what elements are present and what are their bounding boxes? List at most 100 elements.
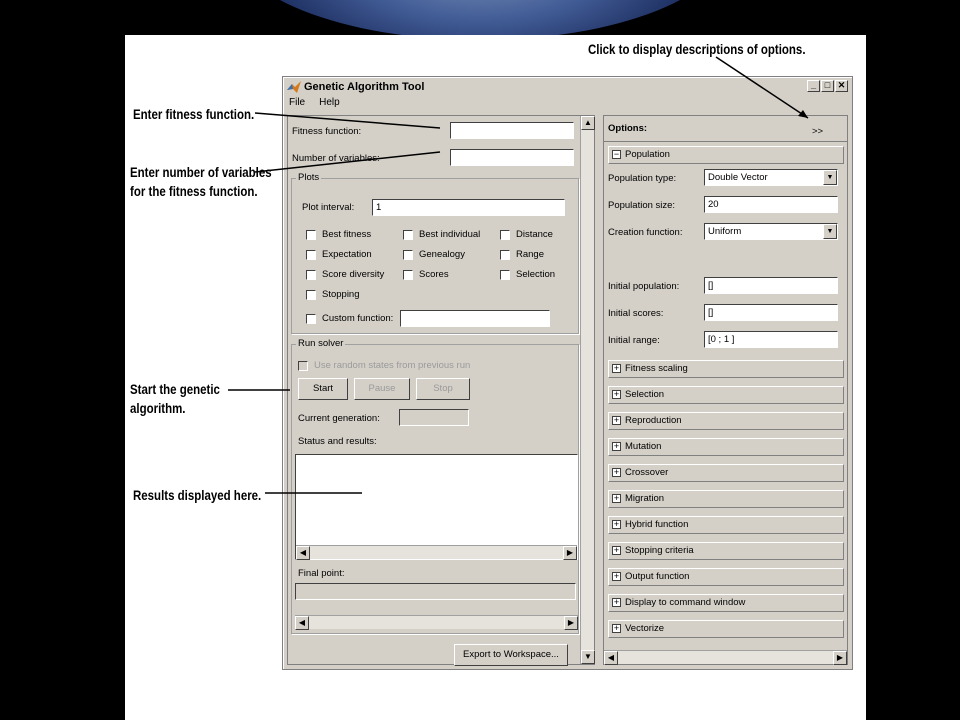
section-output-function[interactable]: + Output function (608, 568, 844, 586)
plots-title: Plots (296, 172, 322, 183)
fitness-input[interactable] (450, 122, 574, 139)
title-bar[interactable]: Genetic Algorithm Tool _ □ ✕ (285, 79, 850, 95)
scroll-right-icon[interactable]: ▶ (833, 651, 847, 665)
current-generation-field (399, 409, 469, 426)
section-mutation[interactable]: + Mutation (608, 438, 844, 456)
scroll-right-icon[interactable]: ▶ (564, 616, 578, 630)
earth-backdrop (230, 0, 730, 40)
section-display-command-window[interactable]: + Display to command window (608, 594, 844, 612)
callout-start-2: algorithm. (130, 400, 186, 416)
population-type-select[interactable]: Double Vector ▼ (704, 169, 838, 186)
fitness-label: Fitness function: (292, 126, 362, 137)
menu-help[interactable]: Help (317, 97, 342, 111)
checkbox-genealogy[interactable]: Genealogy (403, 249, 465, 260)
plus-icon: + (612, 363, 621, 373)
callout-results: Results displayed here. (133, 487, 262, 503)
section-vectorize[interactable]: + Vectorize (608, 620, 844, 638)
initial-population-input[interactable]: [] (704, 277, 838, 294)
callout-fitness: Enter fitness function. (133, 106, 255, 122)
plus-icon: + (612, 623, 621, 633)
creation-function-label: Creation function: (608, 227, 683, 238)
initial-scores-input[interactable]: [] (704, 304, 838, 321)
population-type-label: Population type: (608, 173, 677, 184)
left-vscrollbar[interactable]: ▲ ▼ (580, 116, 595, 664)
scroll-up-icon[interactable]: ▲ (581, 116, 595, 130)
problem-pane: Fitness function: Number of variables: P… (287, 115, 595, 666)
checkbox-distance[interactable]: Distance (500, 229, 553, 240)
checkbox-random-states[interactable]: Use random states from previous run (298, 360, 470, 371)
creation-function-select[interactable]: Uniform ▼ (704, 223, 838, 240)
checkbox-score-diversity[interactable]: Score diversity (306, 269, 384, 280)
plus-icon: + (612, 441, 621, 451)
close-icon[interactable]: ✕ (835, 80, 848, 92)
run-solver-title: Run solver (296, 338, 346, 349)
checkbox-best-fitness[interactable]: Best fitness (306, 229, 371, 240)
section-reproduction[interactable]: + Reproduction (608, 412, 844, 430)
minimize-icon[interactable]: _ (807, 80, 820, 92)
checkbox-range[interactable]: Range (500, 249, 544, 260)
chevron-down-icon: ▼ (823, 170, 837, 185)
section-fitness-scaling[interactable]: + Fitness scaling (608, 360, 844, 378)
population-size-label: Population size: (608, 200, 676, 211)
section-population[interactable]: − Population (608, 146, 844, 164)
initial-range-label: Initial range: (608, 335, 660, 346)
custom-function-input[interactable] (400, 310, 550, 327)
plus-icon: + (612, 545, 621, 555)
plots-group: Plots Plot interval: 1 Best fitness Best… (291, 172, 579, 334)
plus-icon: + (612, 493, 621, 503)
numvars-input[interactable] (450, 149, 574, 166)
callout-numvars-1: Enter number of variables (130, 164, 272, 180)
checkbox-scores[interactable]: Scores (403, 269, 449, 280)
checkbox-selection[interactable]: Selection (500, 269, 555, 280)
status-hscrollbar[interactable]: ◀ ▶ (296, 545, 577, 560)
window-title: Genetic Algorithm Tool (304, 81, 425, 93)
status-results-box[interactable]: ◀ ▶ (295, 454, 578, 560)
menu-file[interactable]: File (287, 97, 307, 111)
matlab-logo-icon (287, 81, 301, 93)
checkbox-custom-function[interactable]: Custom function: (306, 313, 393, 324)
final-point-field (295, 583, 576, 600)
maximize-icon[interactable]: □ (821, 80, 834, 92)
stop-button[interactable]: Stop (416, 378, 470, 400)
plot-interval-label: Plot interval: (302, 202, 355, 213)
callout-descriptions: Click to display descriptions of options… (588, 41, 806, 57)
plus-icon: + (612, 389, 621, 399)
show-descriptions-button[interactable]: >> (812, 126, 823, 137)
numvars-label: Number of variables: (292, 153, 380, 164)
status-results-label: Status and results: (298, 436, 377, 447)
scroll-left-icon[interactable]: ◀ (296, 546, 310, 560)
checkbox-stopping[interactable]: Stopping (306, 289, 360, 300)
run-solver-group: Run solver Use random states from previo… (291, 338, 579, 634)
scroll-down-icon[interactable]: ▼ (581, 650, 595, 664)
minus-icon: − (612, 149, 621, 159)
scroll-right-icon[interactable]: ▶ (563, 546, 577, 560)
section-stopping-criteria[interactable]: + Stopping criteria (608, 542, 844, 560)
plot-interval-input[interactable]: 1 (372, 199, 565, 216)
initial-scores-label: Initial scores: (608, 308, 664, 319)
options-hscrollbar[interactable]: ◀ ▶ (604, 650, 847, 665)
menu-bar: File Help (287, 97, 342, 111)
start-button[interactable]: Start (298, 378, 348, 400)
options-pane: Options: >> − Population Population type:… (603, 115, 848, 665)
section-crossover[interactable]: + Crossover (608, 464, 844, 482)
plus-icon: + (612, 415, 621, 425)
initial-range-input[interactable]: [0 ; 1 ] (704, 331, 838, 348)
callout-start-1: Start the genetic (130, 381, 220, 397)
divider (604, 141, 847, 142)
section-hybrid-function[interactable]: + Hybrid function (608, 516, 844, 534)
options-label: Options: (608, 123, 648, 134)
population-size-input[interactable]: 20 (704, 196, 838, 213)
section-migration[interactable]: + Migration (608, 490, 844, 508)
initial-population-label: Initial population: (608, 281, 680, 292)
section-selection[interactable]: + Selection (608, 386, 844, 404)
scroll-left-icon[interactable]: ◀ (604, 651, 618, 665)
final-hscrollbar[interactable]: ◀ ▶ (295, 615, 578, 630)
plus-icon: + (612, 597, 621, 607)
current-generation-label: Current generation: (298, 413, 380, 424)
checkbox-expectation[interactable]: Expectation (306, 249, 372, 260)
plus-icon: + (612, 571, 621, 581)
pause-button[interactable]: Pause (354, 378, 410, 400)
checkbox-best-individual[interactable]: Best individual (403, 229, 480, 240)
export-workspace-button[interactable]: Export to Workspace... (454, 644, 568, 666)
scroll-left-icon[interactable]: ◀ (295, 616, 309, 630)
